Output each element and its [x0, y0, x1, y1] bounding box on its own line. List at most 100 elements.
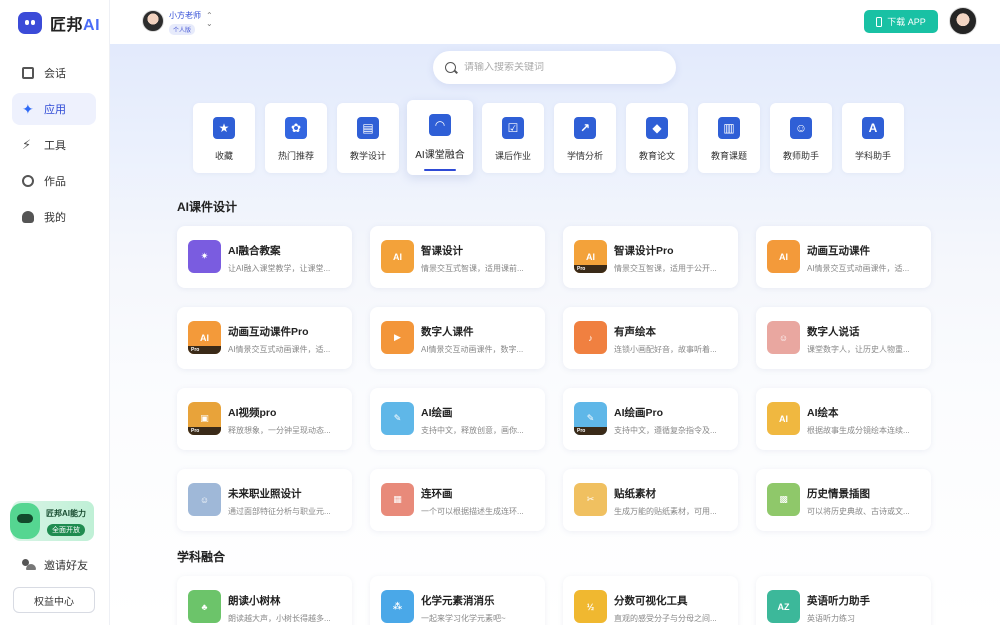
tab-category[interactable]: ☺ 教师助手	[770, 103, 832, 173]
logo[interactable]: 匠邦AI	[18, 11, 100, 35]
app-card-title: 智课设计Pro	[614, 245, 674, 257]
app-card-description: 通过面部特征分析与职业元...	[228, 507, 331, 516]
chart-icon: ↗	[574, 117, 596, 139]
fraction-icon: ½	[574, 590, 607, 623]
tree-icon: ♣	[188, 590, 221, 623]
app-card-description: 一起来学习化学元素吧~	[421, 614, 506, 623]
tab-category[interactable]: ★ 收藏	[193, 103, 255, 173]
app-card-title: 动画互动课件	[807, 245, 870, 257]
app-card[interactable]: AI 智课设计 情景交互式智课，适用课前...	[370, 226, 545, 288]
ai-board-icon: AI	[767, 240, 800, 273]
app-card-description: 英语听力练习	[807, 614, 855, 623]
app-card-description: 支持中文，释放创意，画你...	[421, 426, 524, 435]
app-card[interactable]: ½ 分数可视化工具直观的感受分子与分母之间...	[563, 576, 738, 625]
logo-robot-icon	[18, 12, 42, 34]
invite-friends-link[interactable]: 邀请好友	[22, 557, 88, 573]
app-card[interactable]: ⁂ 化学元素消消乐 一起来学习化学元素吧~	[370, 576, 545, 625]
sidebar-item-label: 作品	[44, 176, 66, 188]
tab-category-label: 教学设计	[349, 151, 386, 161]
app-card[interactable]: ☺ 数字人说话 课堂数字人，让历史人物重...	[756, 307, 931, 369]
tab-category[interactable]: ↗ 学情分析	[554, 103, 616, 173]
checklist-icon: ☑	[502, 117, 524, 139]
teacher-icon: ☺	[790, 117, 812, 139]
ai-capability-banner[interactable]: 匠邦AI能力 全面开放	[10, 501, 94, 541]
user-name[interactable]: 小方老师	[169, 10, 201, 21]
sidebar-item-mine[interactable]: 我的	[12, 201, 96, 233]
download-app-button[interactable]: 下载 APP	[864, 10, 938, 33]
app-card[interactable]: ☺ 未来职业照设计 通过面部特征分析与职业元...	[177, 469, 352, 531]
search-icon	[445, 62, 456, 73]
search-bar[interactable]	[433, 51, 676, 84]
app-card-description: 情景交互智课，适用于公开...	[614, 264, 717, 273]
tab-category-label: AI课堂融合	[415, 150, 465, 161]
sidebar-item-label: 会话	[44, 68, 66, 80]
rights-center-button[interactable]: 权益中心	[13, 587, 95, 613]
tab-category[interactable]: ☑ 课后作业	[482, 103, 544, 173]
tab-category[interactable]: ▥ 教育课题	[698, 103, 760, 173]
app-card[interactable]: ▶ 数字人课件 AI情景交互动画课件，数字...	[370, 307, 545, 369]
tab-category[interactable]: ▤ 教学设计	[337, 103, 399, 173]
download-label: 下载 APP	[887, 17, 926, 27]
sidebar-item-tools[interactable]: ⚡ 工具	[12, 129, 96, 161]
app-card-description: 生成万能的贴纸素材，可用...	[614, 507, 717, 516]
robot-mascot-icon	[10, 503, 40, 539]
chevron-updown-icon[interactable]: ⌃ ⌄	[206, 12, 213, 28]
app-card[interactable]: ✷ AI融合教案 让AI融入课堂教学，让课堂...	[177, 226, 352, 288]
account-avatar[interactable]	[949, 7, 977, 35]
sidebar-item-chat[interactable]: 会话	[12, 57, 96, 89]
app-card-title: 数字人说话	[807, 326, 860, 338]
app-card-title: 数字人课件	[421, 326, 474, 338]
tab-category-label: 教师助手	[782, 151, 819, 161]
app-card-description: 课堂数字人，让历史人物重...	[807, 345, 910, 354]
app-card[interactable]: ♪ 有声绘本 连锁小画配好音，故事听着...	[563, 307, 738, 369]
app-card-title: AI绘画Pro	[614, 407, 664, 419]
tab-category[interactable]: ◠ AI课堂融合	[407, 100, 473, 175]
app-card-title: 历史情景插图	[807, 488, 870, 500]
app-card-title: 分数可视化工具	[614, 595, 688, 607]
tab-category[interactable]: ◆ 教育论文	[626, 103, 688, 173]
app-card[interactable]: ✎ Pro AI绘画Pro 支持中文，遵循复杂指令及...	[563, 388, 738, 450]
app-card-description: AI情景交互动画课件，数字...	[421, 345, 524, 354]
active-tab-indicator	[424, 169, 456, 171]
users-icon	[22, 559, 36, 571]
tab-category-label: 学情分析	[566, 151, 603, 161]
user-avatar[interactable]	[142, 10, 164, 32]
book-light-icon: ✷	[188, 240, 221, 273]
ai-screen-pro-icon: AI Pro	[574, 240, 607, 273]
app-card[interactable]: AI Pro 智课设计Pro 情景交互智课，适用于公开...	[563, 226, 738, 288]
section-title-subject-fusion: 学科融合	[177, 550, 226, 564]
app-card-title: 有声绘本	[614, 326, 656, 338]
suit-person-icon: ☺	[188, 483, 221, 516]
books-icon: ▥	[718, 117, 740, 139]
sidebar-item-label: 应用	[44, 104, 66, 116]
app-card[interactable]: ▩ 历史情景插图 可以将历史典故、古诗或文...	[756, 469, 931, 531]
app-card[interactable]: ♣ 朗读小树林 朗读越大声，小树长得越多...	[177, 576, 352, 625]
promo-badge: 全面开放	[47, 524, 85, 536]
user-icon	[22, 211, 34, 223]
app-card[interactable]: ✂ 贴纸素材 生成万能的贴纸素材，可用...	[563, 469, 738, 531]
app-card[interactable]: AI Pro 动画互动课件Pro AI情景交互式动画课件，适...	[177, 307, 352, 369]
star-icon: ★	[213, 117, 235, 139]
app-card[interactable]: ✎ AI绘画 支持中文，释放创意，画你...	[370, 388, 545, 450]
tab-category-label: 学科助手	[854, 151, 891, 161]
app-card-description: 连锁小画配好音，故事听着...	[614, 345, 717, 354]
app-card[interactable]: ▦ 连环画 一个可以根据描述生成连环...	[370, 469, 545, 531]
paint-palette-pro-icon: ✎ Pro	[574, 402, 607, 435]
app-card[interactable]: AI 动画互动课件 AI情景交互式动画课件，适...	[756, 226, 931, 288]
tab-category[interactable]: ✿ 热门推荐	[265, 103, 327, 173]
app-card-description: 直观的感受分子与分母之间...	[614, 614, 717, 623]
app-card[interactable]: AI AI绘本 根据故事生成分镜绘本连续...	[756, 388, 931, 450]
tab-category[interactable]: A 学科助手	[842, 103, 904, 173]
app-card-title: AI绘画	[421, 407, 453, 419]
app-card[interactable]: AZ 英语听力助手 英语听力练习	[756, 576, 931, 625]
sidebar-item-apps[interactable]: ✦ 应用	[12, 93, 96, 125]
search-input[interactable]	[464, 62, 654, 73]
app-card-description: 一个可以根据描述生成连环...	[421, 507, 524, 516]
app-card[interactable]: ▣ Pro AI视频pro 释放想象，一分钟呈现动态...	[177, 388, 352, 450]
app-card-title: 智课设计	[421, 245, 463, 257]
sidebar-item-works[interactable]: 作品	[12, 165, 96, 197]
tab-category-label: 收藏	[214, 151, 233, 161]
section-title-ai-courseware: AI课件设计	[177, 200, 238, 214]
app-card-description: 情景交互式智课，适用课前...	[421, 264, 524, 273]
box-icon: ▤	[357, 117, 379, 139]
